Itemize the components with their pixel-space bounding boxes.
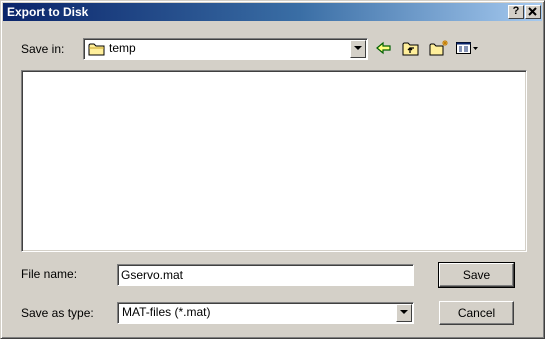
close-button[interactable] bbox=[525, 5, 541, 19]
save-in-combo[interactable]: temp bbox=[83, 38, 368, 60]
cancel-button[interactable]: Cancel bbox=[439, 301, 514, 325]
close-icon bbox=[528, 7, 537, 16]
file-name-label: File name: bbox=[21, 267, 78, 281]
back-button[interactable] bbox=[374, 39, 394, 57]
save-as-type-label: Save as type: bbox=[21, 306, 94, 320]
new-folder-icon bbox=[429, 40, 448, 56]
save-in-label: Save in: bbox=[21, 42, 65, 56]
save-as-type-dropdown-button[interactable] bbox=[396, 304, 412, 322]
file-list[interactable] bbox=[21, 70, 527, 252]
view-menu-icon bbox=[456, 42, 478, 54]
title-bar[interactable]: Export to Disk ? bbox=[3, 3, 542, 21]
new-folder-button[interactable] bbox=[428, 39, 448, 57]
save-as-type-value: MAT-files (*.mat) bbox=[122, 305, 211, 319]
save-in-dropdown-button[interactable] bbox=[350, 40, 366, 58]
file-name-input[interactable] bbox=[117, 264, 414, 286]
up-one-level-button[interactable] bbox=[401, 39, 421, 57]
folder-icon bbox=[88, 43, 105, 56]
chevron-down-icon bbox=[400, 310, 408, 314]
dialog-title: Export to Disk bbox=[7, 5, 89, 19]
view-menu-button[interactable] bbox=[455, 39, 481, 57]
export-dialog: Export to Disk ? Save in: temp File name… bbox=[0, 0, 545, 339]
up-one-level-icon bbox=[402, 42, 419, 56]
chevron-down-icon bbox=[354, 46, 362, 50]
help-button[interactable]: ? bbox=[508, 5, 524, 19]
save-as-type-select[interactable]: MAT-files (*.mat) bbox=[117, 302, 414, 324]
back-arrow-icon bbox=[376, 41, 391, 55]
save-button[interactable]: Save bbox=[438, 262, 515, 288]
save-in-value: temp bbox=[109, 41, 136, 55]
